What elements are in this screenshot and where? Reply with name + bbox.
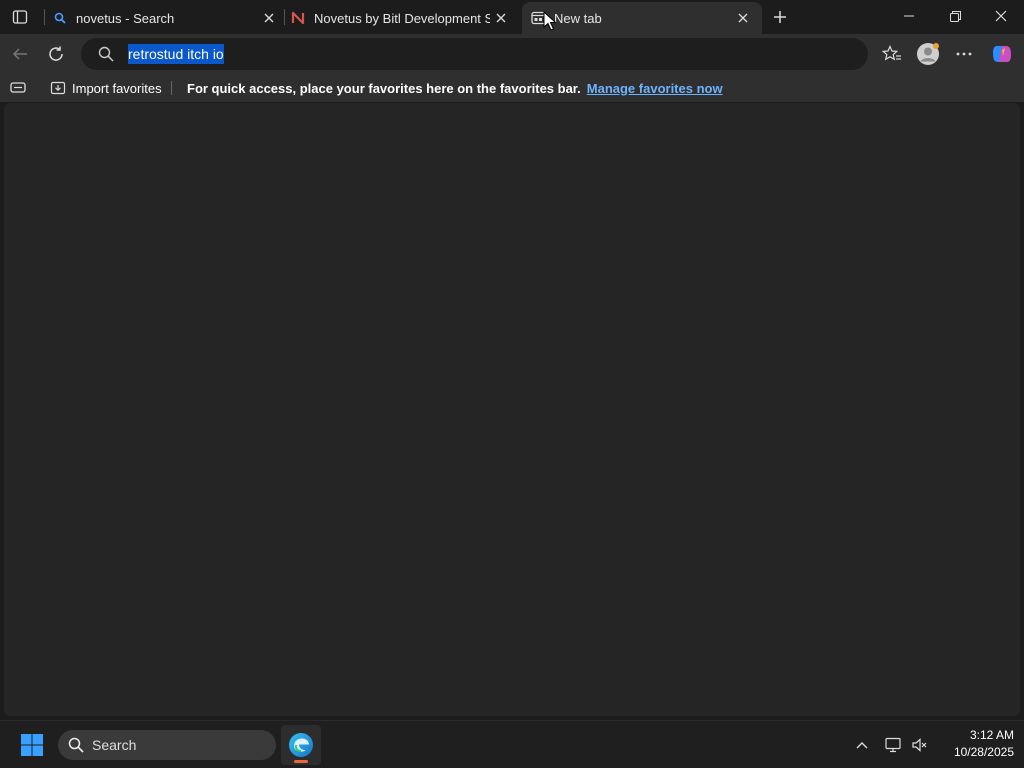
favorites-bar: Import favorites For quick access, place… bbox=[0, 74, 1024, 102]
mouse-cursor-icon bbox=[543, 11, 557, 31]
address-input-selected-text[interactable]: retrostud itch io bbox=[128, 44, 224, 64]
new-tab-button[interactable] bbox=[766, 3, 794, 31]
favorites-bar-menu-button[interactable] bbox=[10, 74, 26, 102]
show-hidden-icons-button[interactable] bbox=[850, 729, 874, 761]
manage-favorites-link[interactable]: Manage favorites now bbox=[587, 81, 723, 96]
edge-browser-icon bbox=[289, 733, 313, 757]
tab-title: New tab bbox=[554, 10, 602, 26]
running-indicator bbox=[294, 760, 308, 763]
clock-date: 10/28/2025 bbox=[953, 745, 1014, 759]
reading-list-icon bbox=[10, 82, 26, 93]
restore-button[interactable] bbox=[932, 0, 978, 32]
import-favorites-label: Import favorites bbox=[72, 80, 162, 96]
refresh-button[interactable] bbox=[40, 38, 72, 70]
restore-icon bbox=[949, 10, 961, 22]
start-button[interactable] bbox=[14, 729, 50, 761]
taskbar-search-box[interactable]: Search bbox=[58, 730, 276, 760]
search-icon bbox=[68, 737, 84, 753]
close-window-button[interactable] bbox=[978, 0, 1024, 32]
back-button[interactable] bbox=[4, 38, 36, 70]
import-favorites-button[interactable]: Import favorites bbox=[50, 74, 162, 102]
tab-new-tab[interactable]: New tab bbox=[522, 2, 762, 34]
close-icon[interactable] bbox=[732, 7, 754, 29]
windows-logo-icon bbox=[21, 734, 43, 756]
tab-title: Novetus by Bitl Development Studio bbox=[314, 10, 490, 26]
copilot-icon bbox=[993, 46, 1011, 62]
search-icon bbox=[52, 10, 68, 26]
copilot-button[interactable] bbox=[986, 38, 1018, 70]
page-content-area bbox=[4, 103, 1020, 716]
settings-more-button[interactable] bbox=[948, 38, 980, 70]
tab-separator bbox=[44, 9, 45, 25]
back-arrow-icon bbox=[12, 48, 27, 60]
favorites-bar-message: For quick access, place your favorites h… bbox=[187, 80, 581, 96]
favorites-bar-separator bbox=[171, 81, 172, 95]
plus-icon bbox=[774, 11, 786, 23]
chevron-up-icon bbox=[856, 742, 868, 749]
novetus-logo-icon bbox=[290, 10, 306, 26]
system-clock[interactable]: 3:12 AM 10/28/2025 bbox=[934, 727, 1014, 761]
tab-actions-button[interactable] bbox=[6, 4, 34, 30]
taskbar-edge-app[interactable] bbox=[281, 725, 321, 765]
network-icon bbox=[885, 737, 901, 753]
browser-toolbar: retrostud itch io bbox=[0, 34, 1024, 74]
volume-tray-button[interactable] bbox=[908, 729, 932, 761]
more-dots-icon bbox=[956, 52, 972, 56]
favorites-button[interactable] bbox=[876, 38, 908, 70]
import-icon bbox=[50, 81, 66, 95]
speaker-muted-icon bbox=[912, 738, 927, 752]
favorites-bar-hint: For quick access, place your favorites h… bbox=[187, 74, 723, 102]
network-tray-button[interactable] bbox=[882, 729, 906, 761]
search-icon bbox=[98, 46, 114, 62]
close-icon[interactable] bbox=[490, 7, 512, 29]
close-icon bbox=[995, 10, 1007, 22]
tab-separator bbox=[284, 9, 285, 25]
taskbar: Search 3:12 AM 10/28/2025 bbox=[0, 720, 1024, 768]
profile-button[interactable] bbox=[912, 38, 944, 70]
tab-title: novetus - Search bbox=[76, 10, 175, 26]
clock-time: 3:12 AM bbox=[969, 728, 1014, 742]
tab-actions-icon bbox=[12, 10, 28, 24]
tab-novetus-search[interactable]: novetus - Search bbox=[52, 2, 280, 34]
minimize-button[interactable] bbox=[886, 0, 932, 32]
minimize-icon bbox=[904, 15, 914, 17]
avatar-icon bbox=[917, 43, 939, 65]
favorites-star-icon bbox=[882, 45, 901, 61]
tab-strip: novetus - Search Novetus by Bitl Develop… bbox=[0, 0, 1024, 34]
address-bar[interactable]: retrostud itch io bbox=[81, 38, 868, 70]
taskbar-search-label: Search bbox=[92, 737, 137, 753]
tab-novetus-bitl[interactable]: Novetus by Bitl Development Studio bbox=[290, 2, 518, 34]
close-icon[interactable] bbox=[258, 7, 280, 29]
refresh-icon bbox=[49, 46, 63, 61]
